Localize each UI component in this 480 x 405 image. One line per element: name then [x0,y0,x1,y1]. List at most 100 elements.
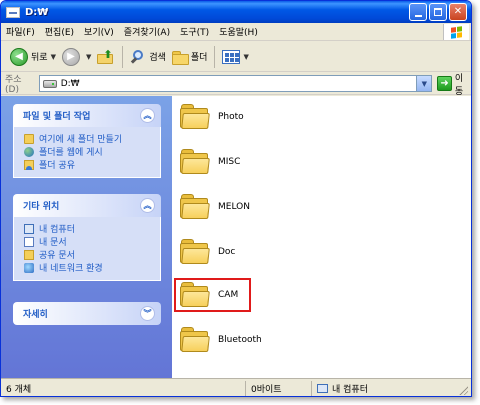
folders-button[interactable]: 폴더 [169,45,211,69]
address-label: 주소(D) [5,75,22,95]
folder-icon [180,194,210,220]
drive-icon [42,79,57,88]
explorer-window: D:₩ ✕ 파일(F) 편집(E) 보기(V) 즐겨찾기(A) 도구(T) 도움… [0,0,472,397]
task-label: 폴더를 웹에 게시 [39,148,103,158]
folder-name: Doc [218,247,236,257]
back-dropdown-icon[interactable]: ▼ [51,53,56,61]
address-input[interactable]: D:₩ ▼ [38,75,433,92]
folder-name: MISC [218,157,241,167]
folder-icon [180,327,210,353]
folder-item[interactable]: MISC [180,145,240,179]
other-places-header[interactable]: 기타 위치 ︽ [13,194,161,217]
computer-icon [317,383,328,393]
place-shared-documents[interactable]: 공유 문서 [24,248,154,261]
views-button[interactable]: ▼ [219,45,251,69]
go-button[interactable]: ➜ 이동 [437,71,471,97]
close-icon: ✕ [453,6,463,17]
up-folder-icon: ⬆ [97,49,115,65]
folder-name: Photo [218,112,244,122]
place-my-documents[interactable]: 내 문서 [24,235,154,248]
task-publish-web[interactable]: 폴더를 웹에 게시 [24,145,154,158]
task-label: 폴더 공유 [39,161,75,171]
file-folder-tasks-header[interactable]: 파일 및 폴더 작업 ︽ [13,104,161,127]
address-bar: 주소(D) D:₩ ▼ ➜ 이동 [1,71,471,97]
title-bar[interactable]: D:₩ ✕ [1,1,471,23]
other-places-body: 내 컴퓨터 내 문서 공유 문서 내 네트워크 환경 [13,217,161,281]
folder-name: MELON [218,202,250,212]
search-label: 검색 [149,53,166,63]
folder-item[interactable]: MELON [180,190,250,224]
file-list: Photo MISC MELON Doc CAM Bluetooth [172,96,471,378]
address-dropdown-icon[interactable]: ▼ [416,76,432,91]
details-panel: 자세히 ︾ [13,302,161,325]
menu-favorites[interactable]: 즐겨찾기(A) [119,25,175,38]
place-my-computer[interactable]: 내 컴퓨터 [24,222,154,235]
place-network[interactable]: 내 네트워크 환경 [24,261,154,274]
file-folder-tasks-panel: 파일 및 폴더 작업 ︽ 여기에 새 폴더 만들기 폴더를 웹에 게시 폴더 공… [13,104,161,178]
go-label: 이동 [454,73,464,97]
details-header[interactable]: 자세히 ︾ [13,302,161,325]
folders-label: 폴더 [190,53,208,63]
network-icon [24,262,34,273]
back-arrow-icon: ◀ [10,47,28,66]
menu-help[interactable]: 도움말(H) [214,25,263,38]
caption-buttons: ✕ [409,3,467,21]
panel-title: 파일 및 폴더 작업 [23,112,91,122]
drive-window-icon [6,6,20,18]
menu-file[interactable]: 파일(F) [1,25,40,38]
forward-dropdown-icon[interactable]: ▼ [86,53,91,61]
task-share-folder[interactable]: 폴더 공유 [24,158,154,171]
computer-icon [24,223,34,234]
share-folder-icon [24,159,34,170]
task-new-folder[interactable]: 여기에 새 폴더 만들기 [24,132,154,145]
close-button[interactable]: ✕ [449,3,467,21]
back-button[interactable]: ◀ 뒤로 ▼ [7,45,59,69]
views-dropdown-icon[interactable]: ▼ [243,53,248,61]
place-label: 내 컴퓨터 [39,225,75,235]
folder-item[interactable]: Photo [180,100,244,134]
collapse-icon[interactable]: ︽ [140,198,155,213]
toolbar: ◀ 뒤로 ▼ ▶ ▼ ⬆ 검색 폴더 ▼ [1,42,471,72]
new-folder-icon [24,133,34,144]
maximize-icon [434,8,442,16]
panel-title: 기타 위치 [23,202,60,212]
expand-icon[interactable]: ︾ [140,306,155,321]
folder-name: Bluetooth [218,335,262,345]
back-label: 뒤로 [31,53,48,63]
folder-item[interactable]: Doc [180,235,235,269]
windows-flag-icon [451,25,462,39]
toolbar-separator [122,45,124,68]
minimize-button[interactable] [409,3,427,21]
task-label: 여기에 새 폴더 만들기 [39,135,123,145]
globe-icon [24,146,34,157]
maximize-button[interactable] [429,3,447,21]
views-icon [222,49,241,64]
total-size: 0바이트 [246,380,312,396]
file-folder-tasks-body: 여기에 새 폴더 만들기 폴더를 웹에 게시 폴더 공유 [13,127,161,178]
up-folder-button[interactable]: ⬆ [94,45,118,69]
other-places-panel: 기타 위치 ︽ 내 컴퓨터 내 문서 공유 문서 내 네트워크 환경 [13,194,161,281]
forward-button[interactable]: ▶ ▼ [59,45,94,69]
zone-indicator: 내 컴퓨터 [312,381,452,396]
windows-logo [443,24,469,40]
status-bar: 6 개체 0바이트 내 컴퓨터 [1,378,471,396]
menu-edit[interactable]: 편집(E) [40,25,79,38]
folder-item-selected[interactable]: CAM [174,278,251,312]
shared-folder-icon [24,249,34,260]
menu-tools[interactable]: 도구(T) [175,25,214,38]
place-label: 공유 문서 [39,251,75,261]
panel-title: 자세히 [23,310,48,320]
folder-icon [180,104,210,130]
menu-view[interactable]: 보기(V) [79,25,119,38]
folder-icon [180,282,210,308]
forward-arrow-icon: ▶ [61,47,80,66]
folder-item[interactable]: Bluetooth [180,323,262,357]
go-arrow-icon: ➜ [437,76,452,91]
place-label: 내 문서 [39,238,67,248]
resize-grip-icon[interactable] [458,385,468,395]
menu-bar: 파일(F) 편집(E) 보기(V) 즐겨찾기(A) 도구(T) 도움말(H) [1,23,471,41]
collapse-icon[interactable]: ︽ [140,108,155,123]
minimize-icon [414,14,422,17]
search-button[interactable]: 검색 [127,45,169,69]
documents-icon [24,236,34,247]
